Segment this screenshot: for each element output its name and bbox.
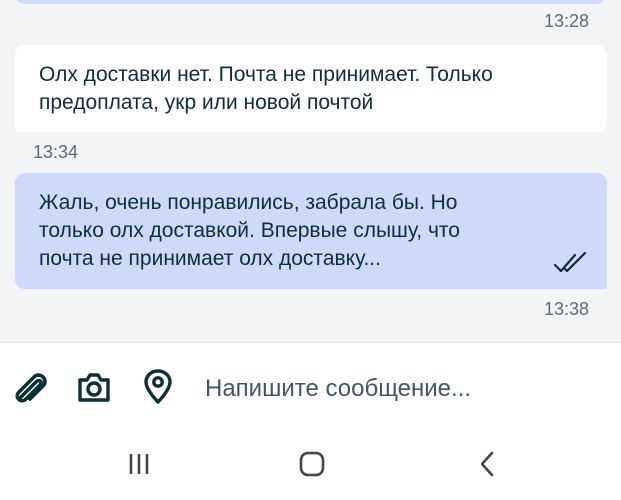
message-composer (0, 342, 621, 432)
camera-icon (78, 373, 110, 402)
system-navigation-bar (0, 432, 621, 500)
message-text: Жаль, очень понравились, забрала бы. Но … (39, 191, 460, 270)
message-timestamp: 13:28 (543, 11, 589, 31)
message-input[interactable] (205, 371, 605, 407)
incoming-message-bubble[interactable]: Олх доставки нет. Почта не принимает. То… (15, 45, 607, 132)
home-button[interactable] (292, 448, 332, 480)
paperclip-icon (15, 373, 47, 403)
recent-apps-button[interactable] (119, 448, 159, 480)
attach-button[interactable] (11, 367, 51, 407)
camera-button[interactable] (74, 367, 114, 407)
recent-apps-icon (129, 454, 149, 474)
message-text: Олх доставки нет. Почта не принимает. То… (39, 63, 493, 114)
previous-outgoing-bubble (15, 0, 606, 4)
back-button[interactable] (467, 448, 507, 480)
back-icon (480, 451, 494, 477)
double-check-icon (553, 251, 587, 273)
outgoing-message-bubble[interactable]: Жаль, очень понравились, забрала бы. Но … (15, 173, 607, 289)
location-pin-icon (144, 369, 172, 404)
chat-message-list[interactable]: 13:28 Олх доставки нет. Почта не принима… (0, 0, 621, 342)
message-timestamp: 13:34 (33, 142, 79, 162)
message-timestamp: 13:38 (543, 299, 589, 319)
home-icon (299, 451, 325, 477)
location-button[interactable] (138, 367, 178, 407)
